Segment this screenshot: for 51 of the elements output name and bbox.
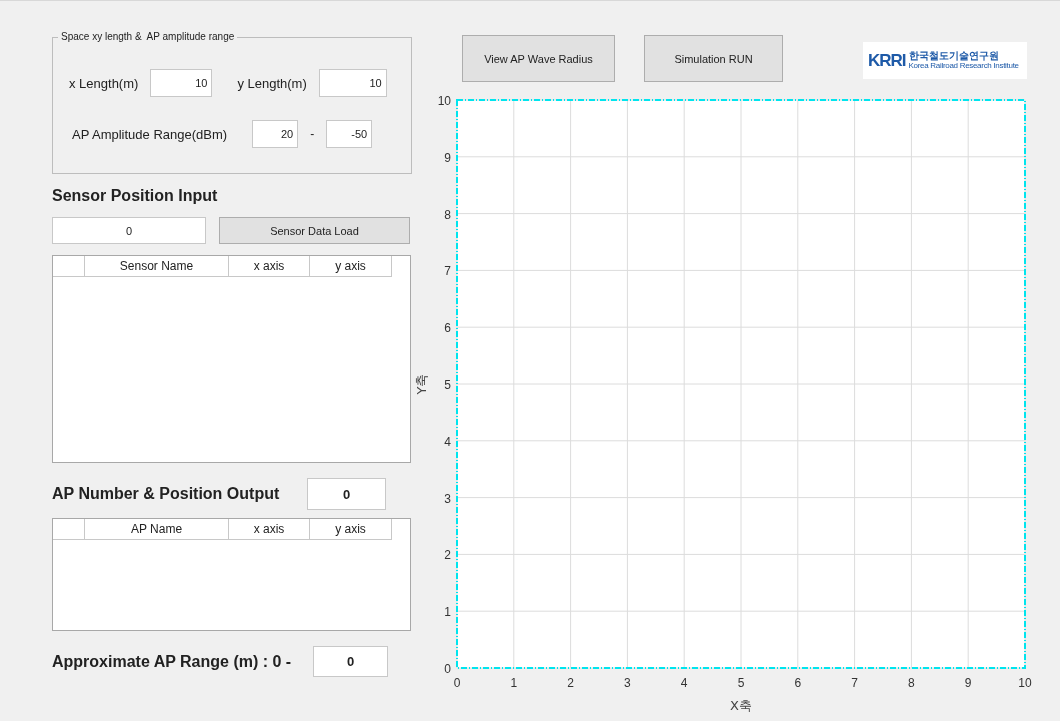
tick-label: 9 (444, 150, 451, 165)
axis-label: Y축 (414, 373, 429, 395)
tick-label: 1 (510, 676, 518, 690)
section-heading: AP Number & Position Output (52, 485, 280, 503)
logo-subtitle: Korea Railroad Research Institute (908, 62, 1019, 70)
column-header: AP Name (85, 519, 229, 540)
column-header: y axis (310, 519, 392, 540)
tick-label: 7 (851, 676, 858, 690)
separator-text: - (310, 127, 315, 141)
tick-label: 4 (680, 676, 688, 690)
tick-label: 5 (444, 378, 451, 392)
tick-label: 6 (444, 321, 451, 336)
tick-label: 1 (444, 605, 451, 620)
input-field[interactable]: 10 (318, 69, 387, 97)
tick-label: 0 (444, 662, 451, 676)
column-header: x axis (229, 519, 310, 540)
input-field[interactable]: 0 (52, 217, 206, 244)
tick-label: 2 (444, 548, 451, 563)
range-label: Approximate AP Range (m) : 0 - (52, 652, 292, 671)
input-field[interactable]: -50 (326, 120, 373, 148)
field-label: AP Amplitude Range(dBm) (72, 126, 228, 142)
load-button[interactable]: Sensor Data Load (219, 217, 410, 244)
tick-label: 4 (444, 434, 451, 449)
field-label: y Length(m) (237, 75, 307, 91)
toolbar-button[interactable]: View AP Wave Radius (462, 35, 615, 82)
logo-name: 한국철도기술연구원 (908, 51, 1000, 61)
tick-label: 8 (908, 676, 915, 690)
input-field[interactable]: 0 (307, 478, 386, 510)
tick-label: 8 (444, 207, 451, 222)
toolbar-button[interactable]: Simulation RUN (644, 35, 783, 82)
tick-label: 3 (624, 676, 631, 690)
column-header: x axis (229, 256, 310, 277)
input-field[interactable]: 20 (252, 120, 299, 148)
tick-label: 5 (737, 676, 745, 690)
axis-label: X축 (730, 698, 752, 713)
logo-mark: KRRI (868, 50, 906, 71)
tick-label: 3 (444, 491, 451, 506)
group-title: Space xy length & AP amplitude range (58, 31, 238, 42)
column-header: Sensor Name (85, 256, 229, 277)
input-field[interactable]: 10 (150, 69, 213, 97)
section-heading: Sensor Position Input (52, 187, 219, 206)
tick-label: 10 (1018, 676, 1032, 690)
tick-label: 2 (567, 676, 574, 690)
column-header: y axis (310, 256, 392, 277)
input-field[interactable]: 0 (313, 646, 389, 677)
tick-label: 0 (453, 676, 461, 690)
tick-label: 6 (794, 676, 802, 690)
tick-label: 7 (444, 264, 451, 279)
field-label: x Length(m) (69, 75, 139, 91)
tick-label: 10 (437, 94, 451, 108)
tick-label: 9 (964, 676, 972, 690)
